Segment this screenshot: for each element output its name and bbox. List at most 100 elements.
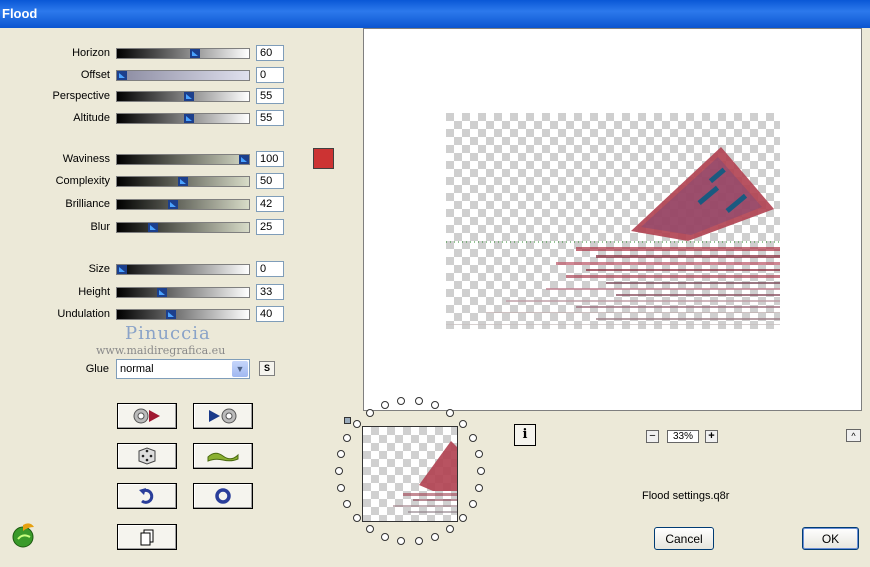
navigator-ring-dot — [459, 419, 468, 428]
navigator-ring-dot — [337, 483, 346, 492]
slider-blur[interactable] — [116, 222, 250, 233]
navigator-ring-dot — [414, 537, 423, 546]
dial-left-button[interactable] — [117, 403, 177, 429]
wave-icon — [207, 452, 239, 462]
collapse-button[interactable]: ^ — [846, 429, 861, 442]
slider-thumb[interactable] — [117, 265, 127, 274]
preview-area[interactable] — [363, 28, 862, 411]
label-horizon: Horizon — [72, 47, 110, 59]
copy-button[interactable] — [117, 524, 177, 550]
label-blur: Blur — [90, 221, 110, 233]
slider-thumb[interactable] — [178, 177, 188, 186]
random-button[interactable] — [117, 443, 177, 469]
slider-waviness[interactable] — [116, 154, 250, 165]
navigator-ring-dot — [459, 514, 468, 523]
perspective-field[interactable]: 55 — [256, 88, 284, 104]
color-swatch[interactable] — [313, 148, 334, 169]
waviness-field[interactable]: 100 — [256, 151, 284, 167]
ok-button[interactable]: OK — [802, 527, 859, 550]
zoom-level: 33% — [667, 430, 699, 443]
thumbnail-image — [393, 441, 457, 513]
blur-field[interactable]: 25 — [256, 219, 284, 235]
slider-height[interactable] — [116, 287, 250, 298]
navigator-thumbnail[interactable] — [362, 426, 458, 522]
navigator-ring-dot — [335, 467, 343, 475]
undo-button[interactable] — [117, 483, 177, 509]
preview-image — [446, 113, 780, 329]
zoom-out-button[interactable]: − — [646, 430, 659, 443]
title-bar: Flood — [0, 0, 870, 28]
brilliance-field[interactable]: 42 — [256, 196, 284, 212]
navigator-ring-dot — [365, 525, 374, 534]
offset-field[interactable]: 0 — [256, 67, 284, 83]
slider-undulation[interactable] — [116, 309, 250, 320]
slider-complexity[interactable] — [116, 176, 250, 187]
slider-offset[interactable] — [116, 70, 250, 81]
size-field[interactable]: 0 — [256, 261, 284, 277]
undulation-field[interactable]: 40 — [256, 306, 284, 322]
chevron-down-icon[interactable]: ▼ — [232, 361, 248, 377]
label-brilliance: Brilliance — [65, 198, 110, 210]
slider-thumb[interactable] — [157, 288, 167, 297]
navigator-ring-dot — [343, 434, 352, 442]
slider-thumb[interactable] — [168, 200, 178, 209]
navigator-ring-dot — [446, 525, 455, 534]
dial-right-icon — [209, 408, 237, 424]
navigator-ring-dot — [352, 514, 361, 523]
slider-size[interactable] — [116, 264, 250, 275]
s-button[interactable]: S — [259, 361, 275, 376]
navigator-ring-dot — [343, 499, 352, 508]
slider-thumb[interactable] — [117, 71, 127, 80]
dice-icon — [138, 447, 156, 465]
height-field[interactable]: 33 — [256, 284, 284, 300]
navigator-ring-dot — [414, 396, 423, 405]
slider-perspective[interactable] — [116, 91, 250, 102]
slider-thumb[interactable] — [166, 310, 176, 319]
undo-icon — [139, 488, 154, 504]
slider-thumb[interactable] — [148, 223, 158, 232]
wave-button[interactable] — [193, 443, 253, 469]
label-glue: Glue — [85, 363, 109, 375]
label-perspective: Perspective — [52, 90, 110, 102]
navigator-ring-dot — [468, 434, 477, 442]
navigator-ring-dot — [477, 467, 485, 475]
info-icon: i — [522, 427, 528, 442]
label-offset: Offset — [80, 69, 110, 81]
cancel-button[interactable]: Cancel — [654, 527, 714, 550]
reset-button[interactable] — [193, 483, 253, 509]
label-height: Height — [78, 286, 110, 298]
glue-value: normal — [120, 363, 154, 375]
ring-icon — [215, 488, 231, 504]
slider-horizon[interactable] — [116, 48, 250, 59]
slider-altitude[interactable] — [116, 113, 250, 124]
dialog-body: Horizon Offset Perspective Altitude Wavi… — [0, 28, 870, 567]
copy-icon — [140, 529, 154, 546]
zoom-in-button[interactable]: + — [705, 430, 718, 443]
navigator-ring-dot — [431, 400, 440, 409]
navigator-ring-dot — [365, 408, 374, 417]
slider-thumb[interactable] — [184, 114, 194, 123]
slider-thumb[interactable] — [190, 49, 200, 58]
settings-file-label: Flood settings.q8r — [642, 490, 730, 502]
label-size: Size — [88, 263, 110, 275]
dial-right-button[interactable] — [193, 403, 253, 429]
dial-left-icon — [133, 408, 160, 424]
navigator-ring-dot — [446, 408, 455, 417]
info-button[interactable]: i — [514, 424, 536, 446]
slider-thumb[interactable] — [184, 92, 194, 101]
horizon-field[interactable]: 60 — [256, 45, 284, 61]
navigator-handle[interactable] — [344, 417, 351, 424]
glue-select[interactable]: normal ▼ — [116, 359, 250, 379]
navigator-ring-dot — [468, 499, 477, 508]
navigator-ring-dot — [474, 483, 483, 492]
slider-thumb[interactable] — [239, 155, 249, 164]
navigator-ring-dot — [431, 533, 440, 542]
label-undulation: Undulation — [57, 308, 110, 320]
navigator-ring-dot — [352, 419, 361, 428]
complexity-field[interactable]: 50 — [256, 173, 284, 189]
altitude-field[interactable]: 55 — [256, 110, 284, 126]
navigator-ring-dot — [397, 396, 406, 405]
slider-brilliance[interactable] — [116, 199, 250, 210]
watermark-url: www.maidiregrafica.eu — [96, 344, 226, 357]
navigator-ring-dot — [397, 537, 406, 546]
